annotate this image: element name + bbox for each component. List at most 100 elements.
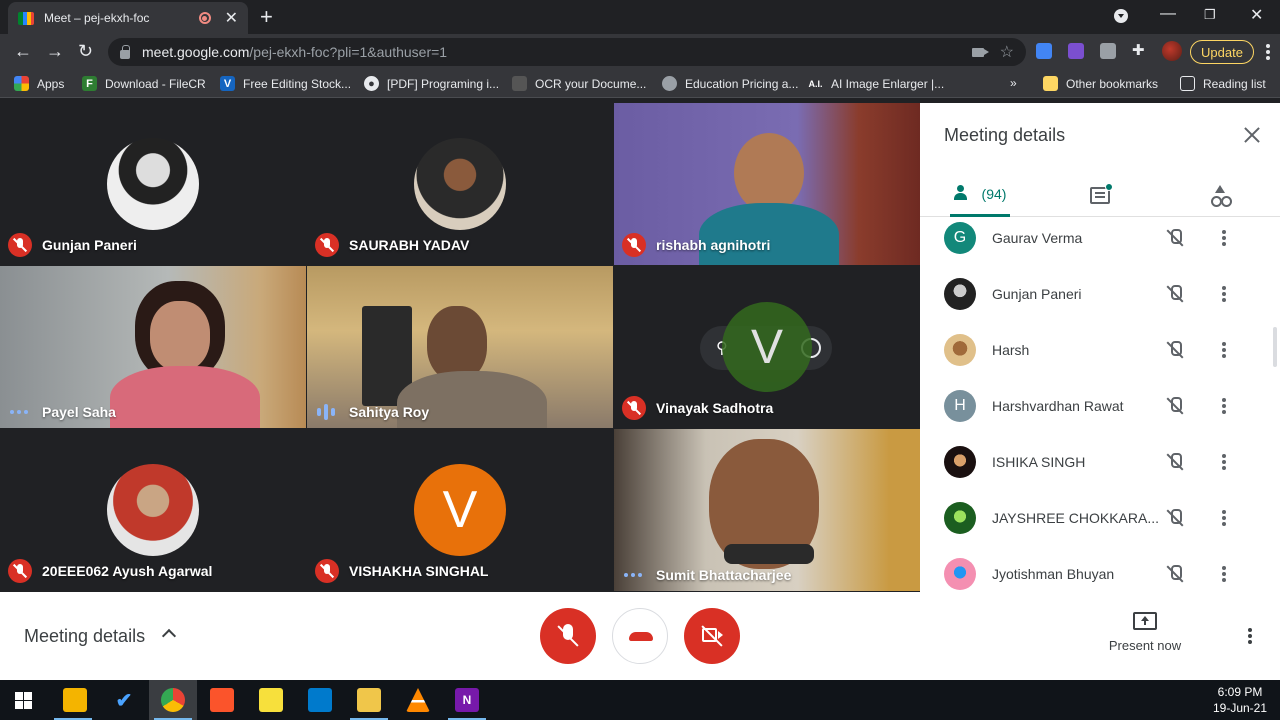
bookmark-filecr[interactable]: F Download - FileCR <box>82 76 206 91</box>
activities-icon <box>1210 185 1230 207</box>
panel-scrollbar[interactable] <box>1273 327 1277 367</box>
reload-icon[interactable]: ↻ <box>78 42 93 60</box>
windows-start-icon[interactable] <box>15 692 32 709</box>
reading-list-icon <box>1180 76 1195 91</box>
more-options-icon[interactable] <box>1222 342 1226 358</box>
list-item[interactable]: ISHIKA SINGH <box>920 434 1280 490</box>
panel-title: Meeting details <box>944 125 1066 145</box>
tab-search-icon[interactable] <box>1114 9 1128 23</box>
bookmarks-bar: Apps F Download - FileCR V Free Editing … <box>0 70 1280 98</box>
bookmark-pdf-programing[interactable]: ● [PDF] Programing i... <box>364 76 499 91</box>
back-icon[interactable]: ← <box>14 42 32 60</box>
more-options-icon[interactable] <box>1222 454 1226 470</box>
list-item[interactable]: H Harshvardhan Rawat <box>920 378 1280 434</box>
present-now-button[interactable]: Present now <box>1100 612 1190 662</box>
update-button[interactable]: Update <box>1190 40 1254 64</box>
tab-people[interactable]: (94) <box>950 173 1010 217</box>
participant-video-tile[interactable]: Sahitya Roy <box>307 266 613 428</box>
extension-purple-icon[interactable] <box>1068 43 1084 59</box>
list-item[interactable]: G Gaurav Verma <box>920 218 1280 266</box>
bookmark-star-icon[interactable]: ☆ <box>1000 42 1014 62</box>
restore-icon[interactable]: ❐ <box>1204 7 1216 23</box>
more-options-icon[interactable] <box>1222 230 1226 246</box>
more-options-icon[interactable] <box>1222 566 1226 582</box>
mic-off-icon <box>315 559 339 583</box>
more-options-icon[interactable] <box>1222 510 1226 526</box>
google-meet-favicon-icon <box>18 11 34 25</box>
camera-toggle-button[interactable] <box>684 608 740 664</box>
participant-name-tag: Vinayak Sadhotra <box>622 396 773 420</box>
tab-chat[interactable] <box>1080 173 1120 217</box>
participant-name-tag: SAURABH YADAV <box>315 233 469 257</box>
chrome-icon[interactable] <box>161 688 185 712</box>
apps-grid-icon <box>14 76 29 91</box>
audio-level-icon <box>315 404 337 420</box>
participant-tile[interactable]: SAURABH YADAV <box>307 103 613 265</box>
forward-icon[interactable]: → <box>46 42 64 60</box>
participant-avatar <box>944 334 976 366</box>
address-bar[interactable]: meet.google.com /pej-ekxh-foc?pli=1&auth… <box>108 38 1026 66</box>
participant-tile[interactable]: V VISHAKHA SINGHAL <box>307 429 613 591</box>
sticky-notes-icon[interactable] <box>259 688 283 712</box>
clock-date: 19-Jun-21 <box>1212 701 1268 715</box>
participant-tile[interactable]: Gunjan Paneri <box>0 103 306 265</box>
participant-avatar <box>944 278 976 310</box>
chevron-up-icon[interactable] <box>161 628 177 644</box>
bookmark-ocr[interactable]: OCR your Docume... <box>512 76 646 91</box>
close-tab-icon[interactable]: ✕ <box>225 8 238 28</box>
bookmark-education-pricing[interactable]: Education Pricing a... <box>662 76 798 91</box>
bookmark-label: Apps <box>37 76 65 91</box>
list-item[interactable]: Jyotishman Bhuyan <box>920 546 1280 592</box>
participant-video-tile[interactable]: Payel Saha <box>0 266 306 428</box>
leave-call-button[interactable] <box>612 608 668 664</box>
tab-activities[interactable] <box>1200 173 1240 217</box>
more-options-icon[interactable] <box>1222 286 1226 302</box>
participant-video-tile[interactable]: rishabh agnihotri <box>614 103 920 265</box>
google-keep-icon[interactable] <box>63 688 87 712</box>
extensions-puzzle-icon[interactable]: ✚ <box>1132 41 1148 59</box>
system-clock[interactable]: 6:09 PM 19-Jun-21 <box>1210 684 1270 716</box>
participant-video-tile[interactable]: Sumit Bhattacharjee <box>614 429 920 591</box>
clock-time: 6:09 PM <box>1217 685 1263 699</box>
list-item[interactable]: Gunjan Paneri <box>920 266 1280 322</box>
browser-tab[interactable]: Meet – pej-ekxh-foc ✕ <box>8 2 248 34</box>
close-panel-icon[interactable] <box>1240 123 1264 147</box>
bookmark-reading-list[interactable]: Reading list <box>1180 76 1266 91</box>
recording-indicator-icon <box>198 12 211 24</box>
participant-list[interactable]: G Gaurav Verma Gunjan Paneri Harsh H Har… <box>920 218 1280 592</box>
bookmarks-overflow-icon[interactable]: » <box>1010 76 1017 90</box>
participant-name: ISHIKA SINGH <box>992 454 1086 470</box>
bookmark-other[interactable]: Other bookmarks <box>1043 76 1158 91</box>
bookmark-free-editing[interactable]: V Free Editing Stock... <box>220 76 351 91</box>
lock-icon[interactable] <box>120 44 130 59</box>
new-tab-icon[interactable]: + <box>260 6 273 28</box>
list-item[interactable]: Harsh <box>920 322 1280 378</box>
present-screen-icon <box>1133 612 1157 630</box>
participant-avatar <box>107 138 199 230</box>
onenote-icon[interactable]: N <box>455 688 479 712</box>
bookmark-apps[interactable]: Apps <box>14 76 64 91</box>
window-close-icon[interactable]: ✕ <box>1250 5 1263 25</box>
brave-icon[interactable] <box>210 688 234 712</box>
more-options-icon[interactable] <box>1248 628 1252 644</box>
vlc-icon[interactable] <box>406 688 430 712</box>
more-options-icon[interactable] <box>1222 398 1226 414</box>
bookmark-ai-image-enlarger[interactable]: A.I. AI Image Enlarger |... <box>808 76 944 91</box>
extension-calendar-icon[interactable] <box>1036 43 1052 59</box>
participant-name: Gaurav Verma <box>992 230 1083 246</box>
participant-avatar <box>107 464 199 556</box>
microphone-toggle-button[interactable] <box>540 608 596 664</box>
profile-avatar[interactable] <box>1162 41 1182 61</box>
participant-tile[interactable]: 20EEE062 Ayush Agarwal <box>0 429 306 591</box>
minimize-icon[interactable]: — <box>1160 5 1176 23</box>
meeting-details-toggle[interactable]: Meeting details <box>24 626 145 647</box>
camera-in-use-icon[interactable] <box>971 47 989 57</box>
list-item[interactable]: JAYSHREE CHOKKARA... <box>920 490 1280 546</box>
chrome-menu-icon[interactable] <box>1266 44 1270 60</box>
participant-video-face <box>734 133 804 213</box>
bookmark-label: OCR your Docume... <box>535 76 647 91</box>
todo-check-icon[interactable]: ✔ <box>112 688 136 712</box>
extension-gray-icon[interactable] <box>1100 43 1116 59</box>
file-explorer-icon[interactable] <box>357 688 381 712</box>
vscode-icon[interactable] <box>308 688 332 712</box>
